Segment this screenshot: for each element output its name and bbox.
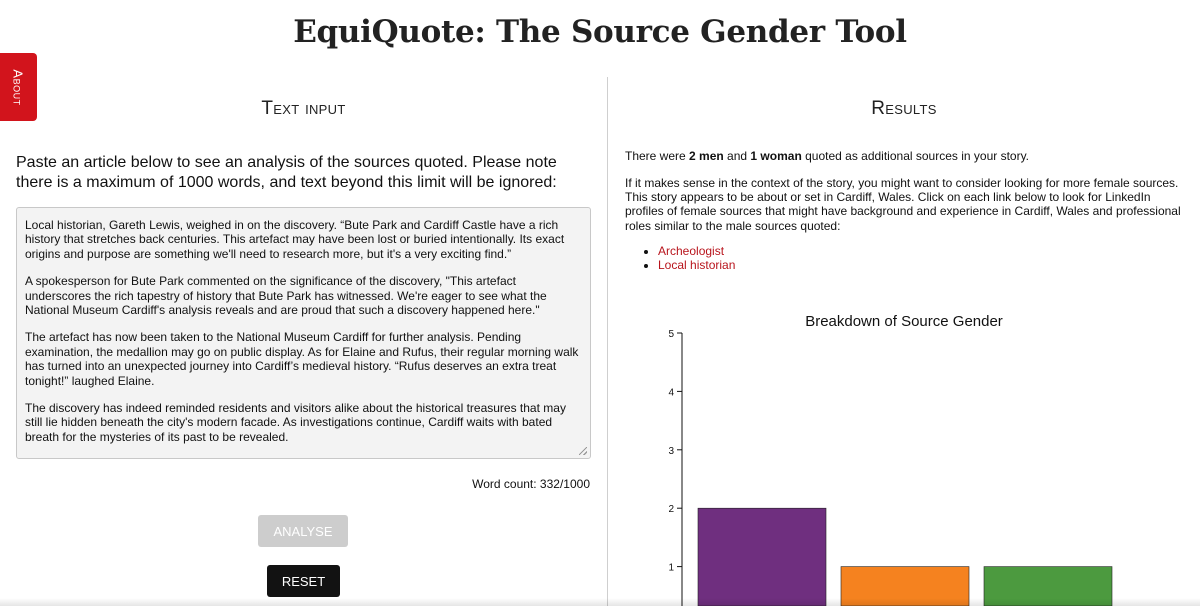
article-paragraph: Local historian, Gareth Lewis, weighed i… (25, 218, 565, 261)
analyse-button[interactable]: ANALYSE (258, 515, 348, 547)
resize-grip-icon[interactable] (579, 447, 587, 455)
summary-mid: and (723, 149, 751, 163)
results-summary: There were 2 men and 1 woman quoted as a… (625, 149, 1190, 163)
list-item: Archeologist (658, 244, 735, 258)
article-paragraph: The artefact has now been taken to the N… (25, 330, 579, 388)
y-tick-label: 4 (668, 387, 674, 398)
role-link-local-historian[interactable]: Local historian (658, 258, 735, 272)
text-input-heading: Text input (261, 98, 346, 119)
instructions-text: Paste an article below to see an analysi… (16, 154, 557, 191)
article-paragraph: A spokesperson for Bute Park commented o… (25, 274, 547, 318)
role-link-archeologist[interactable]: Archeologist (658, 244, 724, 258)
list-item: Local historian (658, 258, 735, 272)
bottom-edge-shadow (0, 598, 1200, 606)
source-gender-chart: Breakdown of Source Gender 1 2 3 4 5 (668, 313, 1113, 606)
results-suggestion: If it makes sense in the context of the … (625, 176, 1181, 233)
summary-pre: There were (625, 149, 690, 163)
chart-bar (697, 507, 827, 606)
article-paragraph: The discovery has indeed reminded reside… (25, 401, 566, 444)
results-heading: Results (871, 98, 937, 119)
reset-button[interactable]: RESET (267, 565, 340, 597)
chart-bars (697, 507, 1113, 606)
y-tick-label: 3 (668, 446, 674, 457)
article-textarea[interactable]: Local historian, Gareth Lewis, weighed i… (16, 207, 591, 459)
y-tick-label: 2 (668, 504, 674, 515)
y-tick-label: 5 (668, 329, 674, 340)
suggested-roles-list: Archeologist Local historian (640, 244, 735, 273)
word-count: Word count: 332/1000 (472, 477, 590, 491)
summary-post: quoted as additional sources in your sto… (801, 149, 1030, 163)
women-count: 1 woman (750, 149, 802, 163)
y-tick-label: 1 (668, 563, 674, 574)
chart-title: Breakdown of Source Gender (805, 313, 1003, 330)
page-title: EquiQuote: The Source Gender Tool (293, 14, 907, 50)
y-axis-ticks: 1 2 3 4 5 (668, 329, 682, 574)
men-count: 2 men (689, 149, 724, 163)
